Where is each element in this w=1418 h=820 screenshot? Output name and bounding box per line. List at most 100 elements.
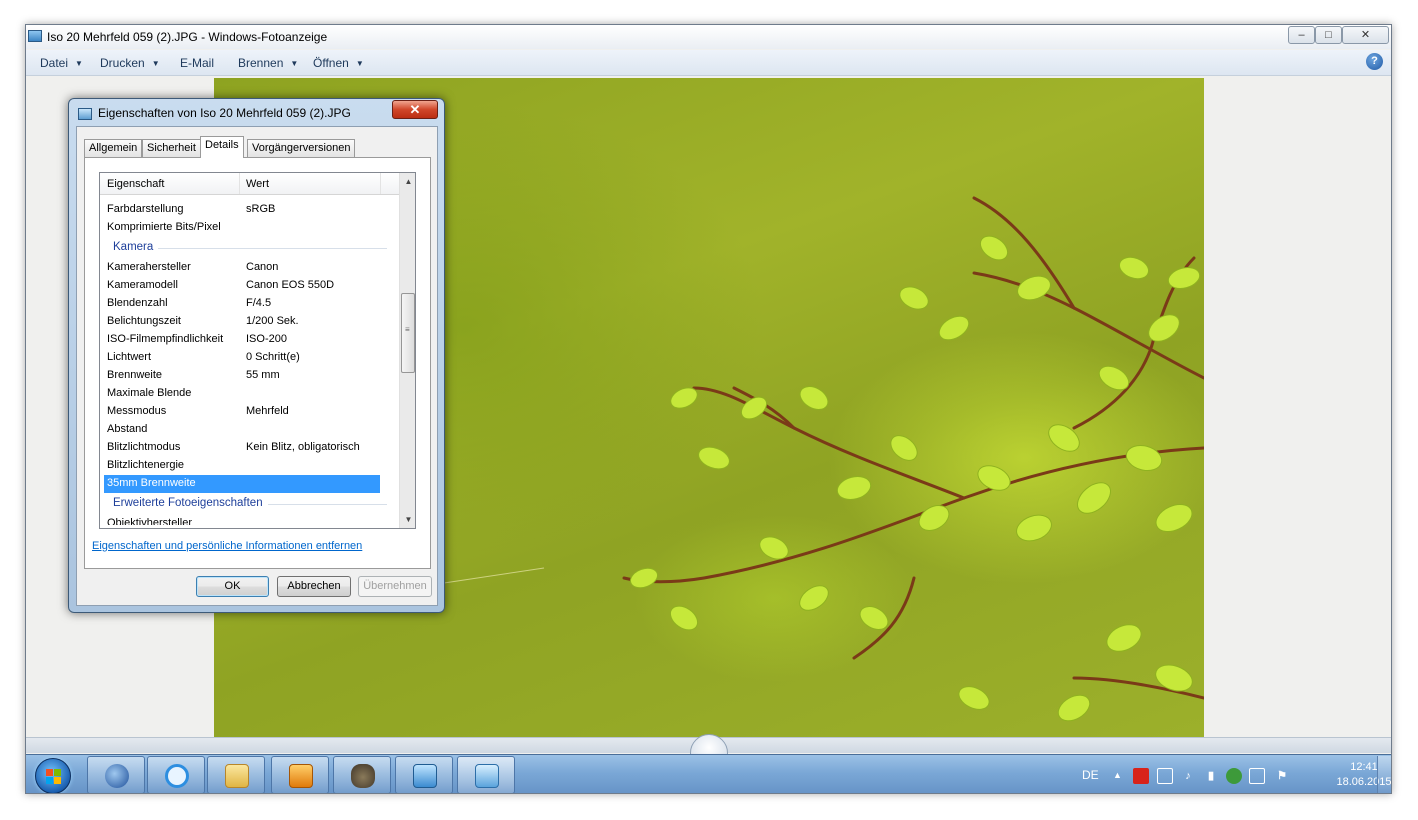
property-value: 0 Schritt(e) [246, 351, 300, 363]
scroll-down-arrow[interactable]: ▼ [400, 511, 415, 528]
menu-drucken-label: Drucken [100, 56, 145, 70]
property-value: 55 mm [246, 369, 280, 381]
tab-vorgaengerversionen[interactable]: Vorgängerversionen [247, 139, 356, 157]
list-item[interactable]: Objektivhersteller [100, 515, 399, 525]
taskbar-thunderbird[interactable] [87, 756, 145, 793]
taskbar: DE ▲ ♪ ▮ ⚑ 12:41 18.06.2015 [26, 754, 1391, 793]
title-bar[interactable]: Iso 20 Mehrfeld 059 (2).JPG - Windows-Fo… [26, 25, 1391, 49]
show-hidden-icons-button[interactable]: ▲ [1113, 770, 1122, 780]
menu-datei-label: Datei [40, 56, 69, 70]
property-value: Canon [246, 261, 279, 273]
menu-datei[interactable]: Datei ▼ [40, 56, 83, 70]
list-item[interactable]: Brennweite 55 mm [100, 367, 399, 385]
maximize-button[interactable]: □ [1315, 26, 1342, 44]
image-file-icon [78, 108, 92, 120]
column-header-value[interactable]: Wert [246, 178, 269, 190]
tab-allgemein[interactable]: Allgemein [84, 139, 143, 157]
list-item[interactable]: Blitzlichtmodus Kein Blitz, obligatorisch [100, 439, 399, 457]
property-value: Kein Blitz, obligatorisch [246, 441, 360, 453]
taskbar-photo-viewer[interactable] [395, 756, 453, 793]
list-item[interactable]: Komprimierte Bits/Pixel [100, 219, 399, 237]
list-item[interactable]: Maximale Blende [100, 385, 399, 403]
folder-icon [225, 764, 249, 788]
chevron-down-icon: ▼ [290, 59, 299, 68]
list-item[interactable]: Belichtungszeit 1/200 Sek. [100, 313, 399, 331]
cancel-button[interactable]: Abbrechen [277, 576, 351, 597]
menu-drucken[interactable]: Drucken ▼ [100, 56, 160, 70]
properties-dialog: Eigenschaften von Iso 20 Mehrfeld 059 (2… [68, 98, 445, 613]
menu-oeffnen-label: Öffnen [313, 56, 349, 70]
viewer-control-bar [26, 734, 1391, 772]
photo-viewer-icon [475, 764, 499, 788]
action-center-flag-icon[interactable]: ⚑ [1274, 768, 1290, 784]
photo-viewer-icon [413, 764, 437, 788]
system-tray: DE ▲ ♪ ▮ ⚑ 12:41 18.06.2015 [1076, 755, 1391, 793]
taskbar-explorer[interactable] [207, 756, 265, 793]
tab-details[interactable]: Details [200, 136, 244, 158]
start-button[interactable] [35, 758, 71, 793]
menu-email[interactable]: E-Mail [180, 56, 214, 70]
property-value: 1/200 Sek. [246, 315, 299, 327]
menu-oeffnen[interactable]: Öffnen ▼ [313, 56, 364, 70]
taskbar-photo-viewer-active[interactable] [457, 756, 515, 793]
windows-logo-icon [46, 769, 62, 785]
list-item[interactable]: Kamerahersteller Canon [100, 259, 399, 277]
scrollbar-thumb[interactable]: ≡ [401, 293, 415, 373]
list-item[interactable]: Kameramodell Canon EOS 550D [100, 277, 399, 295]
column-divider[interactable] [380, 173, 381, 194]
dialog-close-button[interactable]: ✕ [392, 100, 438, 119]
property-list[interactable]: Eigenschaft Wert Farbdarstellung sRGB Kom… [99, 172, 416, 529]
ok-button[interactable]: OK [196, 576, 269, 597]
show-desktop-button[interactable] [1377, 756, 1391, 793]
chevron-down-icon: ▼ [355, 59, 364, 68]
group-header-camera: Kamera [100, 237, 399, 259]
menu-brennen[interactable]: Brennen ▼ [238, 56, 298, 70]
close-button[interactable]: ✕ [1342, 26, 1389, 44]
property-name: Objektivhersteller [107, 517, 192, 525]
column-header-property[interactable]: Eigenschaft [107, 178, 164, 190]
volume-icon[interactable]: ♪ [1180, 768, 1196, 784]
list-item[interactable]: Blitzlichtenergie [100, 457, 399, 475]
antivirus-icon[interactable] [1133, 768, 1149, 784]
property-name: ISO-Filmempfindlichkeit [107, 333, 224, 345]
media-player-icon [289, 764, 313, 788]
property-name: Blitzlichtmodus [107, 441, 181, 453]
taskbar-gimp[interactable] [333, 756, 391, 793]
language-indicator[interactable]: DE [1082, 768, 1099, 782]
taskbar-media-player[interactable] [271, 756, 329, 793]
vertical-scrollbar[interactable]: ▲ ≡ ▼ [399, 173, 415, 528]
selected-list-item[interactable]: 35mm Brennweite [104, 475, 380, 493]
help-icon[interactable]: ? [1366, 53, 1383, 70]
apply-button[interactable]: Übernehmen [358, 576, 432, 597]
property-name: Brennweite [107, 369, 163, 381]
property-value: sRGB [246, 203, 276, 215]
windows-flag-icon[interactable] [1157, 768, 1173, 784]
taskbar-internet-explorer[interactable] [147, 756, 205, 793]
list-item[interactable]: Lichtwert 0 Schritt(e) [100, 349, 399, 367]
property-list-header: Eigenschaft Wert [100, 173, 399, 195]
property-name: Komprimierte Bits/Pixel [107, 221, 221, 233]
property-rows: Farbdarstellung sRGB Komprimierte Bits/Pi… [100, 201, 399, 525]
tab-sicherheit[interactable]: Sicherheit [142, 139, 201, 157]
property-name: 35mm Brennweite [107, 477, 196, 489]
window-title: Iso 20 Mehrfeld 059 (2).JPG - Windows-Fo… [47, 30, 328, 44]
group-label: Kamera [113, 241, 159, 253]
column-divider[interactable] [239, 173, 240, 194]
scroll-up-arrow[interactable]: ▲ [400, 173, 415, 190]
remove-properties-link[interactable]: Eigenschaften und persönliche Informatio… [92, 540, 362, 552]
list-item[interactable]: Farbdarstellung sRGB [100, 201, 399, 219]
network-signal-icon[interactable]: ▮ [1203, 768, 1219, 784]
sync-icon[interactable] [1226, 768, 1242, 784]
list-item[interactable]: Messmodus Mehrfeld [100, 403, 399, 421]
property-name: Belichtungszeit [107, 315, 181, 327]
list-item[interactable]: Abstand [100, 421, 399, 439]
grip-icon: ≡ [405, 325, 410, 334]
property-name: Lichtwert [107, 351, 152, 363]
list-item[interactable]: Blendenzahl F/4.5 [100, 295, 399, 313]
list-item[interactable]: ISO-Filmempfindlichkeit ISO-200 [100, 331, 399, 349]
thunderbird-icon [105, 764, 129, 788]
property-value: Mehrfeld [246, 405, 289, 417]
safely-remove-hardware-icon[interactable] [1249, 768, 1265, 784]
minimize-button[interactable]: – [1288, 26, 1315, 44]
photo-viewer-app-icon[interactable] [28, 30, 42, 42]
